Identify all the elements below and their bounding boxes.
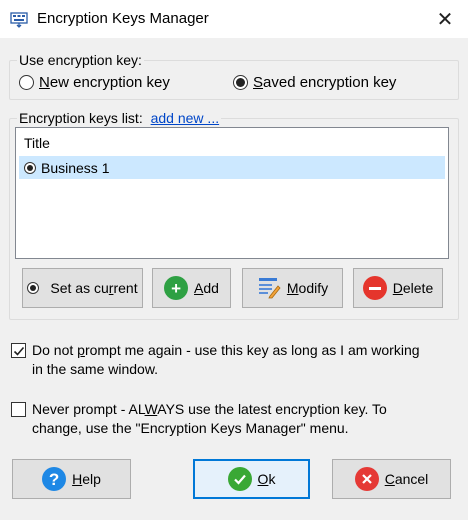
check-circle-icon xyxy=(227,467,252,491)
checkmark-icon xyxy=(13,346,24,356)
dont-prompt-checkbox-row[interactable]: Do not prompt me again - use this key as… xyxy=(11,341,461,379)
delete-button[interactable]: Delete xyxy=(353,268,443,308)
ok-button[interactable]: Ok xyxy=(193,459,310,499)
window-title: Encryption Keys Manager xyxy=(37,10,209,27)
radio-new-key[interactable]: New encryption key xyxy=(19,74,170,91)
edit-list-icon xyxy=(258,278,281,299)
dont-prompt-checkbox[interactable] xyxy=(11,343,26,358)
list-item[interactable]: Business 1 xyxy=(19,156,445,179)
radio-new-key-indicator[interactable] xyxy=(19,75,34,90)
radio-dot-icon xyxy=(27,282,40,294)
column-header-title[interactable]: Title xyxy=(24,135,50,151)
never-prompt-checkbox[interactable] xyxy=(11,402,26,417)
keys-listbox[interactable]: Title Business 1 xyxy=(15,127,449,259)
current-key-radio-icon xyxy=(24,161,36,174)
radio-saved-key-indicator[interactable] xyxy=(233,75,248,90)
set-as-current-button[interactable]: Set as current xyxy=(22,268,143,308)
plus-circle-icon: + xyxy=(164,276,189,300)
title-bar: Encryption Keys Manager ✕ xyxy=(0,0,468,38)
radio-saved-key[interactable]: Saved encryption key xyxy=(233,74,396,91)
question-circle-icon: ? xyxy=(42,467,67,491)
add-button[interactable]: + Add xyxy=(152,268,231,308)
never-prompt-checkbox-row[interactable]: Never prompt - ALWAYS use the latest enc… xyxy=(11,400,461,438)
x-circle-icon xyxy=(354,467,379,491)
close-icon: ✕ xyxy=(436,8,454,31)
close-button[interactable]: ✕ xyxy=(422,0,468,38)
keys-list-label: Encryption keys list: add new ... xyxy=(17,109,222,127)
add-new-link[interactable]: add new ... xyxy=(151,110,220,126)
keyboard-keys-icon xyxy=(10,12,28,28)
cancel-button[interactable]: Cancel xyxy=(332,459,451,499)
modify-button[interactable]: Modify xyxy=(242,268,343,308)
use-key-label: Use encryption key: xyxy=(17,51,144,69)
help-button[interactable]: ? Help xyxy=(12,459,131,499)
minus-circle-icon xyxy=(362,276,387,300)
list-item-title: Business 1 xyxy=(41,159,110,176)
